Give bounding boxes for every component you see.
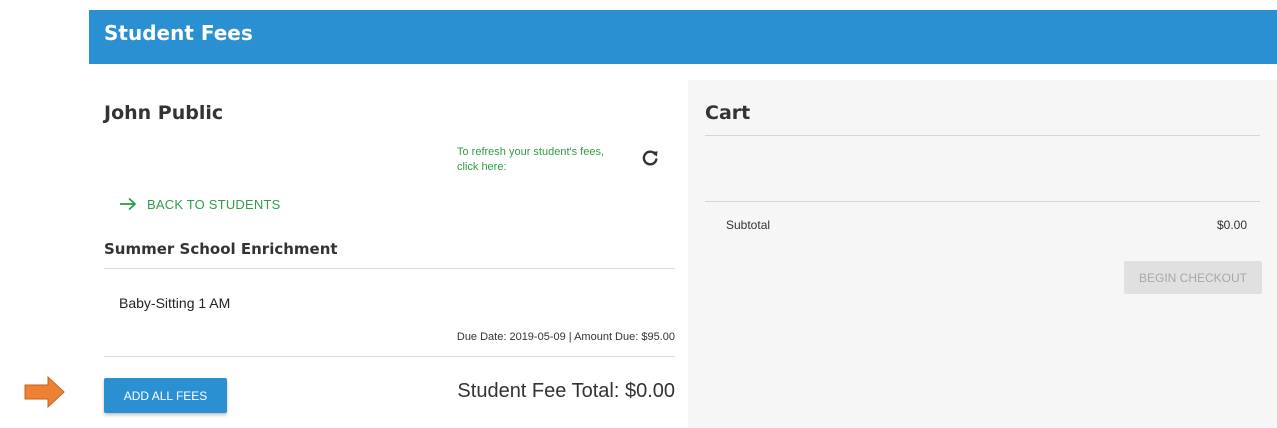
divider: [705, 201, 1260, 202]
divider: [104, 268, 675, 269]
fee-item-details: Due Date: 2019-05-09 | Amount Due: $95.0…: [456, 331, 675, 343]
subtotal-value: $0.00: [1216, 218, 1247, 232]
refresh-icon[interactable]: [640, 148, 660, 168]
student-fees-panel: John Public To refresh your student's fe…: [89, 80, 687, 428]
cart-panel: Cart Subtotal $0.00 BEGIN CHECKOUT: [688, 80, 1277, 428]
student-name: John Public: [104, 102, 224, 124]
program-title: Summer School Enrichment: [104, 240, 338, 258]
back-to-students-link[interactable]: BACK TO STUDENTS: [119, 195, 280, 213]
cart-title: Cart: [705, 102, 751, 124]
arrow-right-icon: [120, 197, 137, 211]
subtotal-label: Subtotal: [726, 218, 771, 232]
refresh-instructions: To refresh your student's fees, click he…: [457, 146, 605, 173]
page-title: Student Fees: [104, 21, 253, 45]
back-link-label: BACK TO STUDENTS: [147, 196, 281, 212]
add-all-fees-button[interactable]: ADD ALL FEES: [104, 378, 227, 413]
fee-item-name: Baby-Sitting 1 AM: [119, 295, 231, 311]
orange-arrow-icon: [24, 375, 65, 409]
divider: [104, 356, 675, 357]
student-fees-page: Student Fees John Public To refresh your…: [0, 0, 1277, 428]
student-fee-total: Student Fee Total: $0.00: [457, 380, 675, 402]
header-bar: Student Fees: [89, 10, 1277, 64]
divider: [705, 135, 1260, 136]
begin-checkout-button[interactable]: BEGIN CHECKOUT: [1124, 261, 1262, 294]
